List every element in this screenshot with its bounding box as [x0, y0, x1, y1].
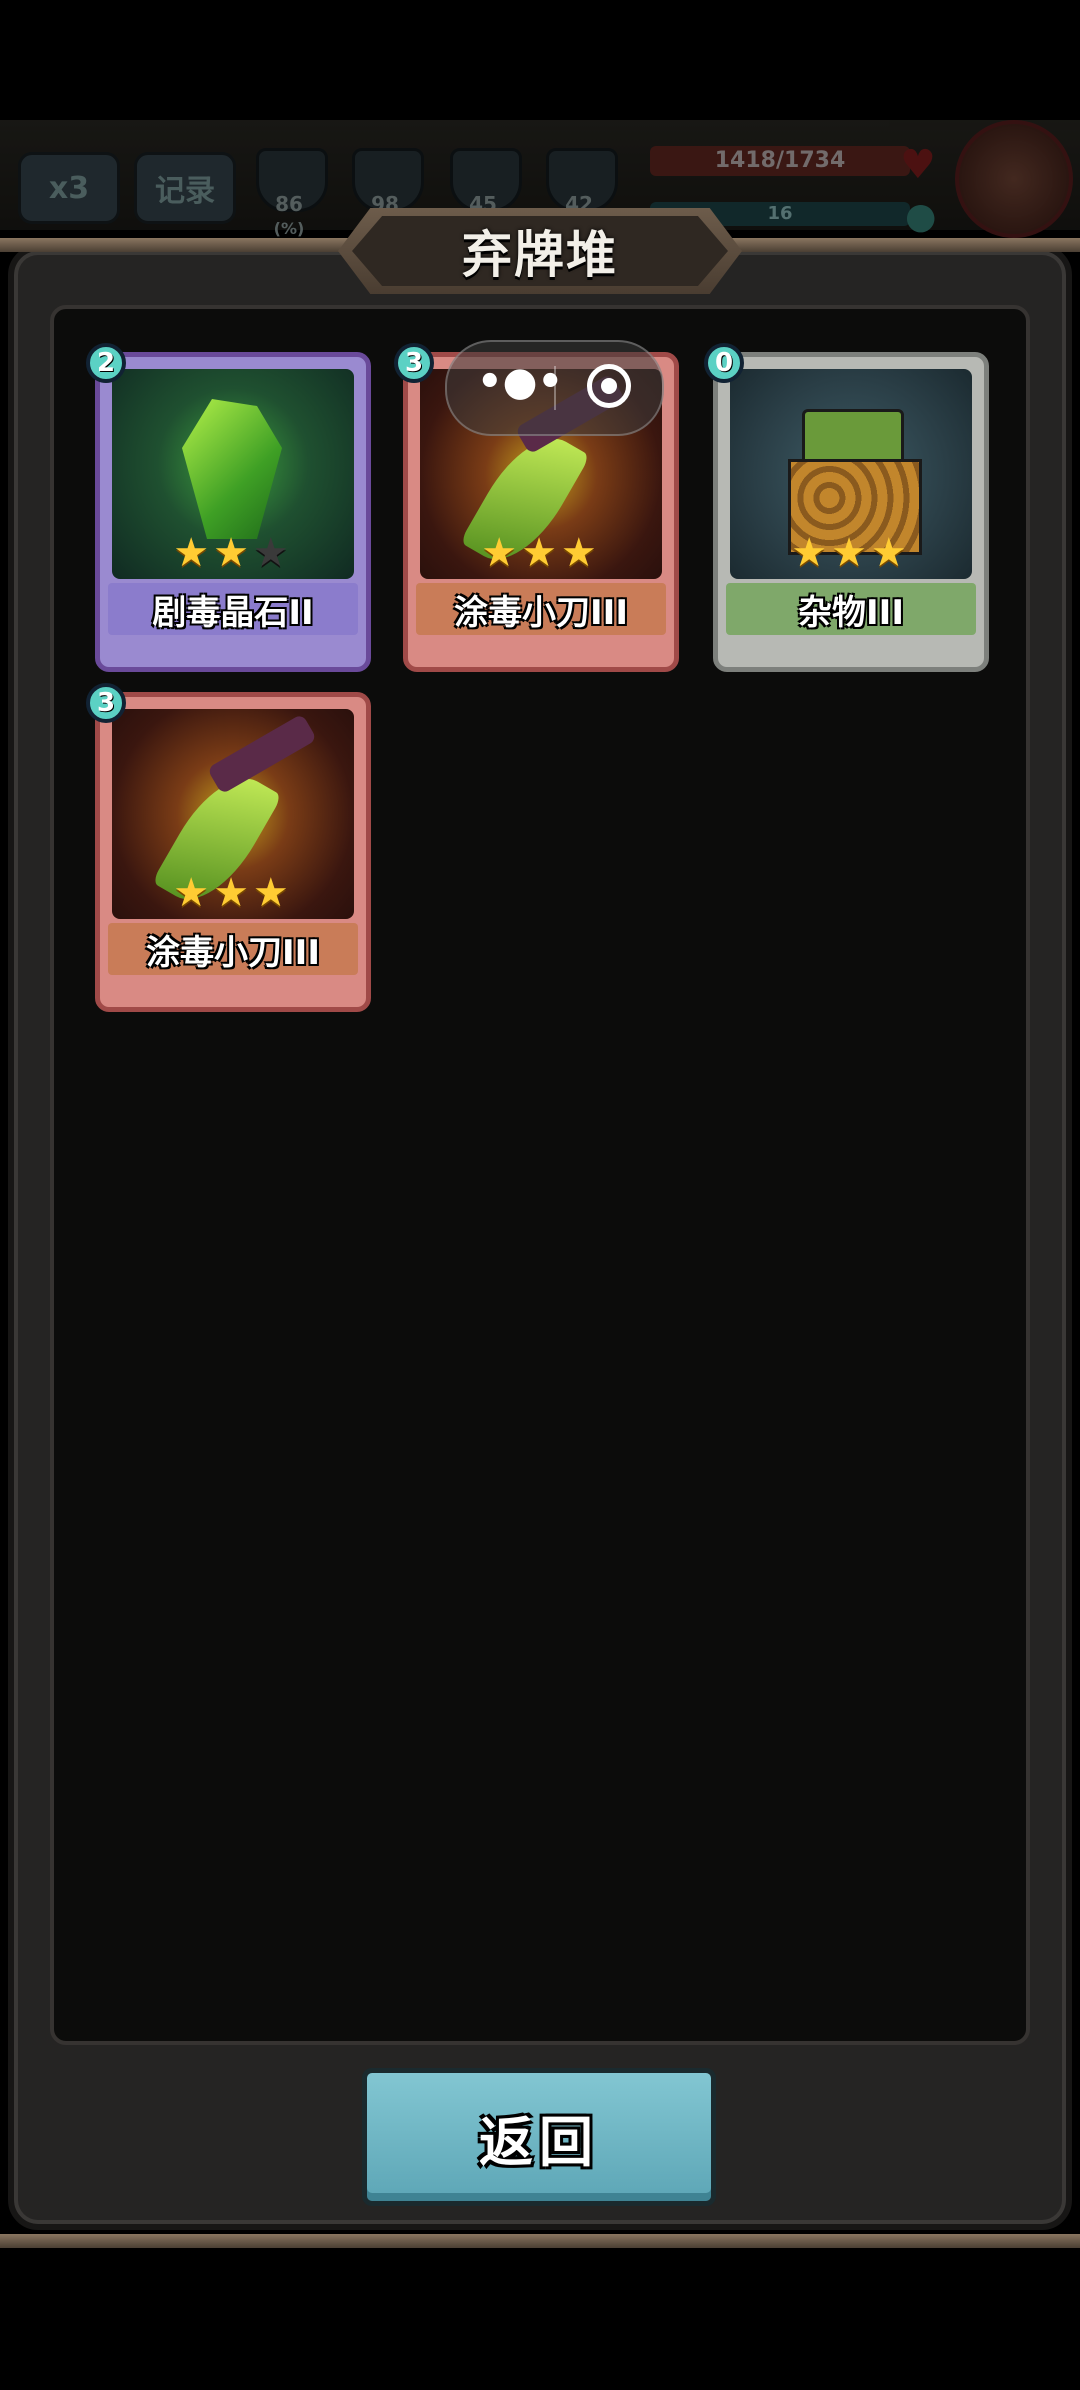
card-name: 杂物III [726, 583, 976, 635]
card-name: 涂毒小刀III [108, 923, 358, 975]
capsule-divider [554, 366, 556, 410]
dialog-title: 弃牌堆 [462, 226, 618, 284]
card-junk[interactable]: ★★★ 杂物III 0 [704, 343, 989, 672]
card-stars: ★★★ [100, 533, 366, 573]
title-plate-inner: 弃牌堆 [352, 216, 728, 286]
card-name: 剧毒晶石II [108, 583, 358, 635]
more-icon[interactable]: •●• [477, 362, 563, 412]
star-icon: ★ [481, 530, 522, 576]
stat-value: 86 [275, 192, 303, 216]
star-icon: ★ [252, 870, 293, 916]
star-icon: ★ [173, 870, 214, 916]
star-icon: ★ [870, 530, 911, 576]
knife-hilt [206, 713, 318, 795]
heart-icon: ♥ [900, 142, 936, 188]
avatar[interactable] [955, 120, 1073, 238]
star-icon: ★ [213, 530, 253, 576]
card-poison-crystal[interactable]: ★★★ 剧毒晶石II 2 [86, 343, 371, 672]
drop-icon: ● [905, 196, 937, 237]
star-icon: ★ [521, 530, 561, 576]
star-icon: ★ [173, 530, 214, 576]
stat-unit: (%) [273, 219, 305, 238]
card-poison-knife-2[interactable]: ★★★ 涂毒小刀III 3 [86, 683, 371, 1012]
card-cost-badge: 3 [86, 683, 126, 723]
card-stars: ★★★ [100, 873, 366, 913]
star-icon: ★ [791, 530, 832, 576]
speed-multiplier-button[interactable]: x3 [18, 152, 120, 224]
card-cost-badge: 3 [394, 343, 434, 383]
star-icon: ★ [252, 530, 293, 576]
log-label: 记录 [155, 174, 215, 209]
crystal-icon [182, 399, 282, 539]
card-name: 涂毒小刀III [416, 583, 666, 635]
card-cost-badge: 0 [704, 343, 744, 383]
return-button[interactable]: 返回 [362, 2068, 716, 2206]
mini-program-capsule: •●• [445, 340, 664, 436]
star-icon: ★ [560, 530, 601, 576]
star-icon: ★ [213, 870, 253, 916]
return-button-label: 返回 [479, 2110, 599, 2174]
star-icon: ★ [831, 530, 871, 576]
hud-stat-1: 86 (%) [256, 148, 328, 238]
card-cost-badge: 2 [86, 343, 126, 383]
close-icon[interactable] [587, 364, 631, 408]
log-button[interactable]: 记录 [134, 152, 236, 224]
speed-multiplier-label: x3 [48, 170, 90, 206]
card-stars: ★★★ [408, 533, 674, 573]
card-stars: ★★★ [718, 533, 984, 573]
frame-rail-bottom [0, 2234, 1080, 2248]
hp-bar: 1418/1734 [650, 146, 910, 176]
